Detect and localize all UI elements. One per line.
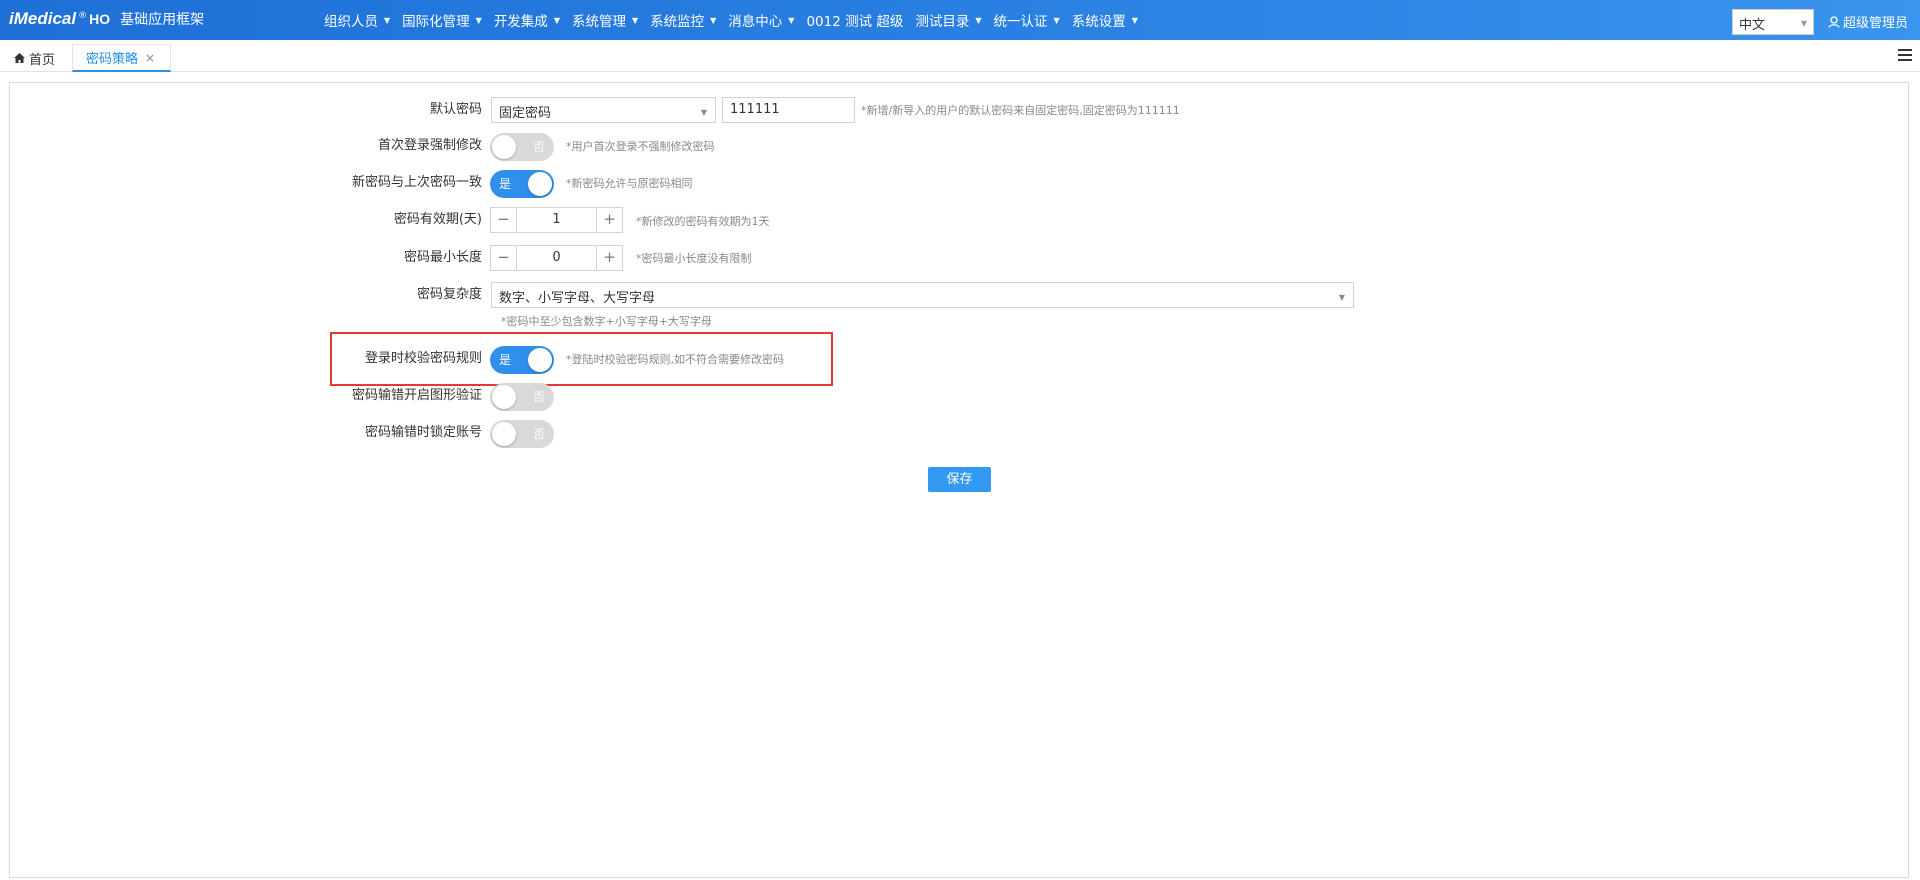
plus-button[interactable]: + xyxy=(596,246,622,270)
menu-item-dev-integration[interactable]: 开发集成 ▼ xyxy=(488,0,566,40)
login-validate-rules-hint: *登陆时校验密码规则,如不符合需要修改密码 xyxy=(566,353,784,366)
top-nav-bar: iMedical ® HO 基础应用框架 组织人员 ▼ 国际化管理 ▼ 开发集成 ▼ … xyxy=(0,0,1920,40)
menu-item-system-monitor[interactable]: 系统监控 ▼ xyxy=(644,0,722,40)
tab-password-policy[interactable]: 密码策略 × xyxy=(72,44,171,72)
menu-item-test-super[interactable]: 0012 测试 超级 xyxy=(800,0,909,40)
validity-days-input[interactable]: 1 xyxy=(517,208,596,232)
complexity-value: 数字、小写字母、大写字母 xyxy=(499,291,656,306)
menu-item-label: 测试目录 xyxy=(915,14,970,30)
chevron-down-icon: ▼ xyxy=(1338,293,1345,302)
first-login-force-change-label: 首次登录强制修改 xyxy=(377,138,482,153)
toggle-state: 否 xyxy=(532,427,545,441)
complexity-hint: *密码中至少包含数字+小写字母+大写字母 xyxy=(501,315,712,328)
menu-item-label: 消息中心 xyxy=(728,14,783,30)
captcha-on-error-label: 密码输错开启图形验证 xyxy=(351,388,482,403)
brand: iMedical ® HO 基础应用框架 xyxy=(9,9,204,31)
min-length-stepper: − 0 + xyxy=(490,245,623,271)
toggle-state: 是 xyxy=(499,353,512,367)
caret-down-icon: ▼ xyxy=(384,15,391,25)
tab-active-label: 密码策略 xyxy=(86,52,139,67)
caret-down-icon: ▼ xyxy=(975,15,982,25)
lock-on-error-toggle[interactable]: 否 xyxy=(490,420,554,448)
default-password-hint: *新增/新导入的用户的默认密码来自固定密码,固定密码为111111 xyxy=(861,104,1180,117)
default-password-label: 默认密码 xyxy=(429,102,482,117)
menu-item-label: 系统设置 xyxy=(1071,14,1126,30)
complexity-label: 密码复杂度 xyxy=(416,287,482,302)
logo-registered-mark: ® xyxy=(78,11,88,21)
language-value: 中文 xyxy=(1739,18,1766,33)
min-length-hint: *密码最小长度没有限制 xyxy=(636,252,752,265)
language-select[interactable]: 中文 ▼ xyxy=(1732,9,1814,35)
menu-item-org-people[interactable]: 组织人员 ▼ xyxy=(318,0,396,40)
captcha-on-error-toggle[interactable]: 否 xyxy=(490,383,554,411)
menu-item-i18n[interactable]: 国际化管理 ▼ xyxy=(396,0,488,40)
menu-item-system-settings[interactable]: 系统设置 ▼ xyxy=(1066,0,1144,40)
menu-item-label: 组织人员 xyxy=(324,14,378,30)
caret-down-icon: ▼ xyxy=(1131,15,1138,25)
complexity-select[interactable]: 数字、小写字母、大写字母 ▼ xyxy=(491,282,1354,308)
user-name: 超级管理员 xyxy=(1843,16,1909,31)
menu-item-system-management[interactable]: 系统管理 ▼ xyxy=(566,0,644,40)
plus-button[interactable]: + xyxy=(596,208,622,232)
system-name: 基础应用框架 xyxy=(120,12,205,28)
minus-button[interactable]: − xyxy=(491,246,517,270)
default-password-mode-select[interactable]: 固定密码 ▼ xyxy=(491,97,716,123)
menu-item-label: 统一认证 xyxy=(993,14,1048,30)
menu-item-label: 国际化管理 xyxy=(402,14,470,30)
logo: iMedical xyxy=(9,9,77,28)
minus-button[interactable]: − xyxy=(491,208,517,232)
menu-item-test-directory[interactable]: 测试目录 ▼ xyxy=(909,0,987,40)
toggle-state: 否 xyxy=(532,140,545,154)
validity-days-label: 密码有效期(天) xyxy=(393,212,482,227)
hamburger-menu-icon[interactable] xyxy=(1898,49,1912,63)
toggle-state: 是 xyxy=(499,177,512,191)
toggle-knob xyxy=(492,422,516,446)
tab-home[interactable]: 首页 xyxy=(14,44,55,72)
tab-bar: 首页 密码策略 × xyxy=(0,42,1920,72)
save-button[interactable]: 保存 xyxy=(928,467,991,492)
caret-down-icon: ▼ xyxy=(553,15,560,25)
user-icon xyxy=(1828,15,1840,28)
same-as-last-label: 新密码与上次密码一致 xyxy=(351,175,482,190)
tab-home-label: 首页 xyxy=(29,52,56,68)
menu-item-label: 0012 测试 超级 xyxy=(806,14,904,30)
validity-days-hint: *新修改的密码有效期为1天 xyxy=(636,215,770,228)
chevron-down-icon: ▼ xyxy=(700,108,707,117)
toggle-state: 否 xyxy=(532,390,545,404)
login-validate-rules-toggle[interactable]: 是 xyxy=(490,346,554,374)
login-validate-rules-label: 登录时校验密码规则 xyxy=(364,351,482,366)
caret-down-icon: ▼ xyxy=(475,15,482,25)
validity-days-stepper: − 1 + xyxy=(490,207,623,233)
main-menu: 组织人员 ▼ 国际化管理 ▼ 开发集成 ▼ 系统管理 ▼ 系统监控 ▼ 消息中心 ▼ 001… xyxy=(318,0,1144,40)
menu-item-label: 系统管理 xyxy=(571,14,626,30)
toggle-knob xyxy=(492,385,516,409)
same-as-last-toggle[interactable]: 是 xyxy=(490,170,554,198)
caret-down-icon: ▼ xyxy=(788,15,795,25)
menu-item-label: 系统监控 xyxy=(650,14,705,30)
first-login-force-change-toggle[interactable]: 否 xyxy=(490,133,554,161)
caret-down-icon: ▼ xyxy=(1053,15,1060,25)
logo-suffix: HO xyxy=(89,11,111,27)
toggle-knob xyxy=(528,348,552,372)
min-length-label: 密码最小长度 xyxy=(403,250,482,265)
toggle-knob xyxy=(492,135,516,159)
caret-down-icon: ▼ xyxy=(1800,19,1807,28)
menu-item-message-center[interactable]: 消息中心 ▼ xyxy=(722,0,800,40)
caret-down-icon: ▼ xyxy=(631,15,639,25)
lock-on-error-label: 密码输错时锁定账号 xyxy=(364,425,482,440)
toggle-knob xyxy=(528,172,552,196)
first-login-force-change-hint: *用户首次登录不强制修改密码 xyxy=(566,140,715,153)
default-password-input[interactable]: 111111 xyxy=(722,97,855,123)
min-length-input[interactable]: 0 xyxy=(517,246,596,270)
close-icon[interactable]: × xyxy=(145,51,155,65)
same-as-last-hint: *新密码允许与原密码相同 xyxy=(566,177,693,190)
menu-item-unified-auth[interactable]: 统一认证 ▼ xyxy=(988,0,1066,40)
default-password-mode-value: 固定密码 xyxy=(499,106,552,121)
menu-item-label: 开发集成 xyxy=(493,14,548,30)
caret-down-icon: ▼ xyxy=(710,15,717,25)
user-menu[interactable]: 超级管理员 xyxy=(1828,12,1908,31)
home-icon xyxy=(14,53,25,63)
